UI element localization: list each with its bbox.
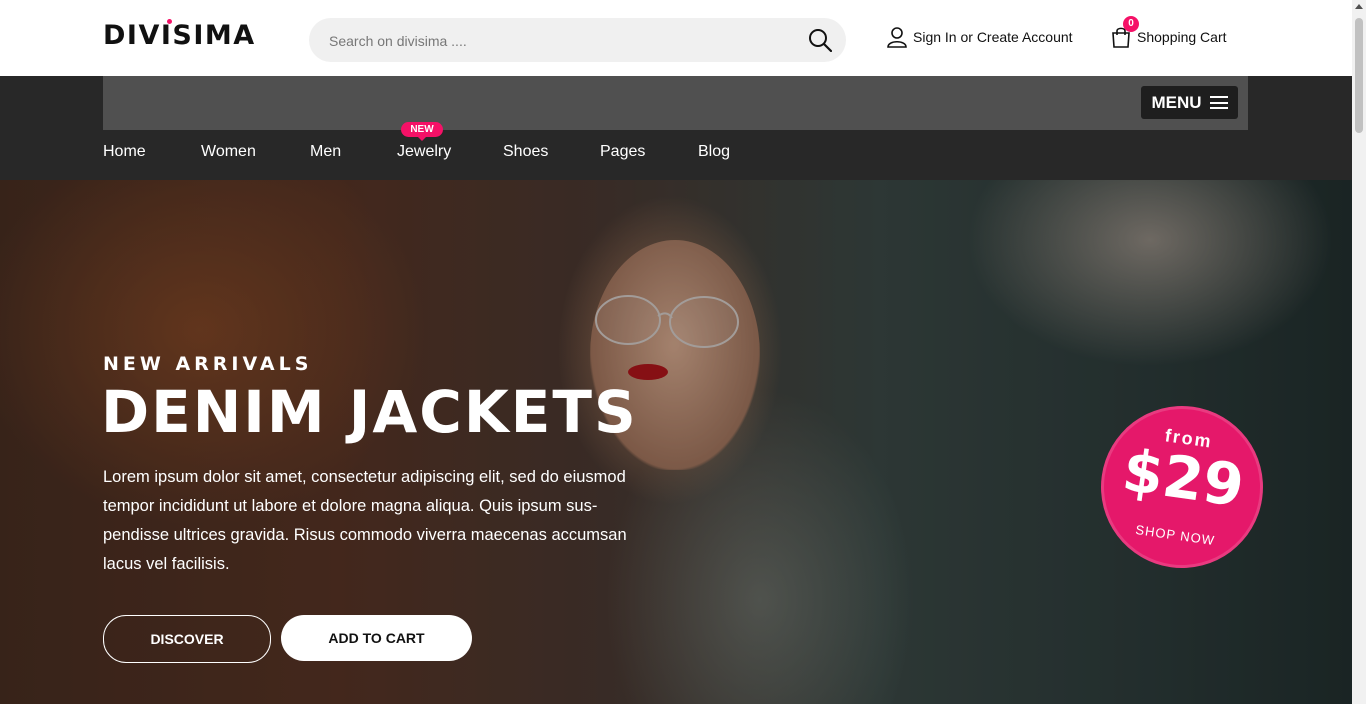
menu-button[interactable]: MENU [1141,86,1238,119]
page-scrollbar[interactable] [1352,0,1366,704]
scroll-up-arrow-icon[interactable] [1355,4,1363,9]
account-link[interactable]: Sign In or Create Account [886,24,1073,50]
nav-item-jewelry[interactable]: Jewelry [397,143,451,161]
nav-item-pages[interactable]: Pages [600,143,645,161]
nav-item-home[interactable]: Home [103,143,146,161]
shopping-cart-link[interactable]: 0 Shopping Cart [1110,16,1227,50]
account-label: Sign In or Create Account [913,29,1073,45]
search-input[interactable] [327,18,791,64]
hero-banner: NEW ARRIVALS DENIM JACKETS Lorem ipsum d… [0,180,1352,704]
cart-count-badge: 0 [1123,16,1139,32]
hero-title: DENIM JACKETS [101,378,638,446]
add-to-cart-button[interactable]: ADD TO CART [281,615,472,661]
nav-item-shoes[interactable]: Shoes [503,143,548,161]
nav-item-blog[interactable]: Blog [698,143,730,161]
new-badge: NEW [401,122,443,141]
cart-icon-wrap: 0 [1110,16,1139,48]
logo-accent-dot [167,19,172,24]
hamburger-icon [1209,96,1228,109]
search-icon[interactable] [808,28,832,52]
site-header: DIVISIMA Sign In or Create Account 0 Sho… [0,0,1352,76]
logo-text: DIVISIMA [103,20,256,51]
hero-description: Lorem ipsum dolor sit amet, consectetur … [103,468,627,573]
scrollbar-thumb[interactable] [1355,18,1363,133]
hero-kicker: NEW ARRIVALS [103,353,313,375]
logo[interactable]: DIVISIMA [103,19,256,52]
discover-button[interactable]: DISCOVER [103,615,271,663]
search-bar [309,18,846,64]
user-icon [887,27,907,48]
nav-item-women[interactable]: Women [201,143,256,161]
cart-label: Shopping Cart [1137,29,1227,45]
nav-item-men[interactable]: Men [310,143,341,161]
menu-label: MENU [1151,92,1202,112]
nav-top-bar [103,76,1248,130]
